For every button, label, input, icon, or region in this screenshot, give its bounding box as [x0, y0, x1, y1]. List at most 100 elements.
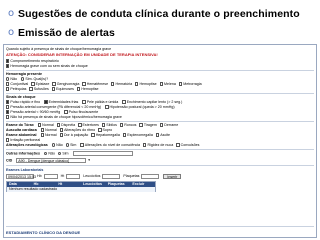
checkbox[interactable]: [91, 133, 95, 137]
section-footer-title: ESTADIAMENTO CLÍNICO DA DENGUE: [6, 230, 81, 235]
item-label: Não há presença de sinais de choque hipo…: [10, 115, 122, 119]
neuro-exam-row[interactable]: Alterações neurológicas Não Sim Alteraçõ…: [6, 143, 199, 148]
checkbox[interactable]: [31, 82, 35, 86]
checkbox[interactable]: [6, 87, 10, 91]
cid-row[interactable]: CID A90 - Dengue [dengue clássico] ▾: [6, 158, 90, 163]
field-label: Leucócitos: [83, 174, 101, 179]
checkbox[interactable]: [64, 110, 68, 114]
checkbox[interactable]: [6, 82, 10, 86]
checkbox[interactable]: [40, 128, 45, 132]
radio-no[interactable]: [43, 151, 48, 155]
lab-input-row[interactable]: 09/04/2013 15:53 Hb Ht Leucócitos Plaque…: [6, 174, 182, 179]
checkbox[interactable]: [6, 105, 10, 109]
checkbox[interactable]: [135, 82, 139, 86]
checkbox[interactable]: [56, 123, 61, 127]
shock-items-row2[interactable]: Pressão arterial convergente (PA diferen…: [6, 105, 175, 110]
checkbox[interactable]: [82, 100, 86, 104]
item-label: Petéquias: [10, 87, 27, 91]
cid-select[interactable]: A90 - Dengue [dengue clássico]: [16, 158, 87, 163]
hemorrhage-options[interactable]: Não Sim. Qual(is)?: [6, 77, 48, 82]
heart-exam-row[interactable]: Ausculta cardíaca Normal Alterações do r…: [6, 128, 112, 133]
hemorrhage-items-2[interactable]: Petéquias Sufusões Equimoses Hemoptise: [6, 87, 99, 92]
checkbox[interactable]: [76, 87, 81, 91]
checkbox[interactable]: [80, 143, 84, 147]
checkbox[interactable]: [159, 82, 164, 86]
shock-items-row4[interactable]: Não há presença de sinais de choque hipo…: [6, 115, 122, 120]
radio-yes[interactable]: [57, 151, 62, 155]
radio-label: Não: [56, 143, 63, 147]
checkbox[interactable]: [111, 82, 115, 86]
item-label: Esplenomegalia: [127, 133, 153, 137]
radio-label: Sim. Qual(is)?: [25, 77, 49, 81]
checkbox[interactable]: [51, 87, 56, 91]
leukocytes-input[interactable]: [102, 174, 121, 179]
symptom-respiratory[interactable]: Comprometimento respiratório: [6, 59, 59, 64]
other-info-input[interactable]: [72, 151, 133, 156]
radio-no[interactable]: [51, 143, 56, 147]
item-label: Hipotensão postural (queda > 20 mmHg): [109, 105, 175, 109]
item-label: Melena: [164, 82, 176, 86]
checkbox[interactable]: [78, 123, 82, 127]
checkbox[interactable]: [52, 82, 56, 86]
checkbox[interactable]: [37, 123, 42, 127]
ht-input[interactable]: [66, 174, 81, 179]
checkbox[interactable]: [59, 133, 63, 137]
insert-button[interactable]: Inserir: [163, 174, 182, 179]
item-label: Dor à palpação: [63, 133, 89, 137]
abdomen-exam-row2[interactable]: Irritação peritoneal: [6, 138, 40, 143]
hemorrhage-label: Hemorragia presente: [6, 72, 42, 76]
checkbox[interactable]: [143, 143, 147, 147]
item-label: Rigidez de nuca: [147, 143, 174, 147]
item-label: Pressão arterial convergente (PA diferen…: [10, 105, 102, 109]
checkbox[interactable]: [98, 128, 102, 132]
lab-date-input[interactable]: 09/04/2013 15:53: [6, 174, 36, 179]
item-label: Hemoptise: [81, 87, 99, 91]
item-label: Enchimento capilar lento (> 2 seg.): [126, 100, 183, 104]
other-info-row[interactable]: Outras informações Não Sim: [6, 151, 133, 156]
item-label: Hematúria: [115, 82, 133, 86]
checkbox[interactable]: [122, 133, 127, 137]
checkbox[interactable]: [6, 100, 10, 104]
checkbox[interactable]: [40, 133, 44, 137]
checkbox[interactable]: [159, 123, 164, 127]
divider: [6, 70, 314, 71]
checkbox[interactable]: [178, 82, 183, 86]
chevron-down-icon[interactable]: ▾: [88, 158, 90, 162]
bullet-item: o Emissão de alertas: [4, 25, 316, 40]
radio-no[interactable]: [6, 77, 10, 81]
item-label: Normal: [42, 123, 54, 127]
form-intro-text: Quando sujeito à presença de sinais de c…: [6, 47, 112, 51]
checkbox[interactable]: [59, 128, 64, 132]
shock-items-row3[interactable]: Pressão arterial < 90/60 mmHg Pulso fino…: [6, 110, 98, 115]
platelets-input[interactable]: [141, 174, 160, 179]
checkbox[interactable]: [29, 87, 33, 91]
checkbox[interactable]: [139, 123, 143, 127]
chest-exam-row[interactable]: Exame do Tórax Normal Dispnéia Estertore…: [6, 123, 178, 128]
divider: [6, 165, 314, 166]
symptom-hemorrhage[interactable]: Hemorragia grave com ou sem sinais de ch…: [6, 64, 88, 69]
radio-yes[interactable]: [65, 143, 70, 147]
checkbox[interactable]: [119, 123, 124, 127]
checkbox[interactable]: [6, 138, 10, 142]
checkbox[interactable]: [6, 59, 10, 63]
checkbox[interactable]: [82, 82, 86, 86]
checkbox[interactable]: [101, 123, 106, 127]
hemorrhage-items[interactable]: Conjuntival Epistaxe Gengivorragia Hemat…: [6, 82, 202, 87]
checkbox[interactable]: [176, 143, 180, 147]
checkbox[interactable]: [122, 100, 126, 104]
item-label: Sufusões: [33, 87, 49, 91]
abdomen-exam-row[interactable]: Exame abdominal Normal Dor à palpação He…: [6, 133, 170, 138]
radio-yes[interactable]: [20, 77, 25, 81]
checkbox[interactable]: [6, 115, 10, 119]
checkbox[interactable]: [105, 105, 109, 109]
radio-label: Não: [10, 77, 17, 81]
shock-items-row1[interactable]: Pulso rápido e fino Extremidades frias P…: [6, 100, 182, 105]
checkbox[interactable]: [6, 110, 10, 114]
field-label: Plaquetas: [123, 174, 140, 179]
checkbox[interactable]: [44, 100, 48, 104]
lab-exams-title: Exames Laboratoriais: [6, 168, 44, 172]
checkbox[interactable]: [6, 64, 10, 68]
checkbox[interactable]: [155, 133, 160, 137]
hb-input[interactable]: [43, 174, 58, 179]
item-label: Hematêmese: [86, 82, 109, 86]
